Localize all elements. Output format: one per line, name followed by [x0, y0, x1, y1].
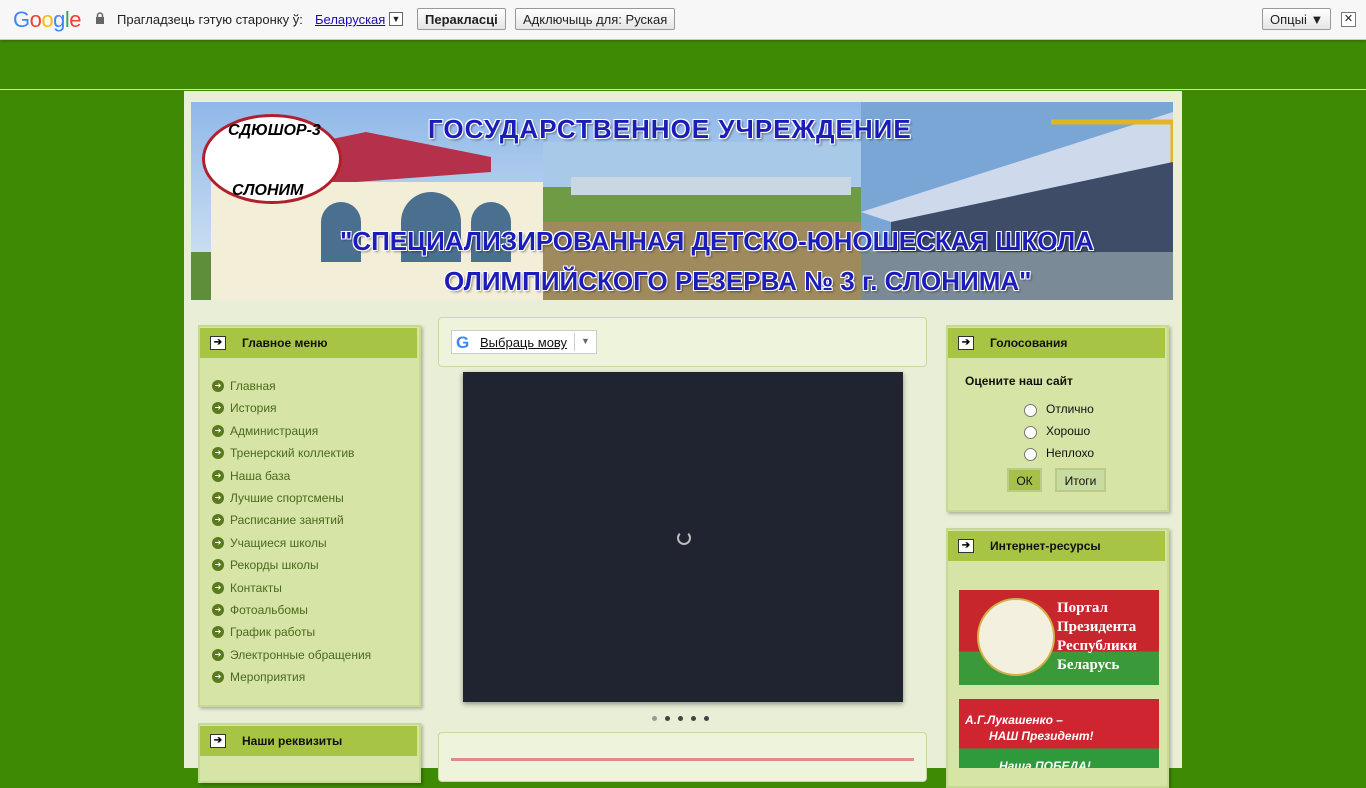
language-select[interactable]: G Выбраць мову ▼ [451, 330, 597, 354]
main-menu-header: ➔ Главное меню [200, 328, 417, 358]
poll-option-label: Отлично [1046, 402, 1094, 416]
translate-button[interactable]: Перакласці [417, 8, 506, 30]
arrow-bullet-icon: ➔ [212, 604, 224, 616]
disable-translate-button[interactable]: Адключыць для: Руская [515, 8, 676, 30]
arrow-bullet-icon: ➔ [212, 424, 224, 437]
menu-item-label: Тренерский коллектив [230, 446, 355, 461]
arrow-bullet-icon: ➔ [212, 581, 224, 594]
poll-results-button[interactable]: Итоги [1055, 468, 1106, 492]
menu-item-label: История [230, 401, 277, 416]
main-menu-title: Главное меню [242, 336, 328, 350]
requisites-header: ➔ Наши реквизиты [200, 726, 417, 756]
arrow-bullet-icon: ➔ [212, 492, 224, 504]
poll-radio-good[interactable] [1024, 426, 1037, 439]
president-portal-banner[interactable]: Портал Президента Республики Беларусь [959, 590, 1159, 685]
language-select-label: Выбраць мову [480, 335, 568, 350]
menu-item-label: Администрация [230, 423, 319, 438]
content-stripe [451, 758, 914, 761]
arrow-right-icon: ➔ [210, 336, 226, 350]
resources-title: Интернет-ресурсы [990, 539, 1101, 553]
close-icon[interactable]: ✕ [1341, 12, 1356, 27]
menu-item-label: Главная [230, 379, 276, 393]
menu-item-label: Расписание занятий [230, 513, 344, 528]
arrow-bullet-icon: ➔ [212, 536, 224, 549]
polls-header: ➔ Голосования [948, 328, 1165, 358]
menu-item-label: Электронные обращения [230, 647, 372, 662]
banner1-line: Президента [1057, 619, 1137, 635]
menu-item-label: Рекорды школы [230, 558, 319, 573]
menu-item-label: Наша база [230, 468, 291, 483]
slider-dot[interactable] [704, 716, 709, 721]
language-link[interactable]: Беларуская [315, 12, 385, 27]
google-logo: Google [13, 7, 82, 32]
menu-item-label: График работы [230, 625, 316, 640]
slider-dot[interactable] [678, 716, 683, 721]
logo-text-top: СДЮШОР-3 [228, 122, 321, 139]
arrow-right-icon: ➔ [958, 336, 974, 350]
banner1-line: Портал [1057, 600, 1108, 616]
header-title-line1: ГОСУДАРСТВЕННОЕ УЧРЕЖДЕНИЕ [428, 114, 912, 144]
translate-prompt: Прагладзець гэтую старонку ў: [117, 12, 303, 27]
menu-item-label: Учащиеся школы [230, 535, 327, 550]
poll-radio-excellent[interactable] [1024, 404, 1037, 417]
poll-option-label: Неплохо [1046, 446, 1095, 460]
options-button[interactable]: Опцыі ▼ [1262, 8, 1332, 30]
banner2-line: А.Г.Лукашенко – [965, 713, 1063, 727]
divider [0, 89, 1366, 90]
arrow-right-icon: ➔ [958, 539, 974, 553]
poll-radio-fair[interactable] [1024, 448, 1037, 461]
resources-header: ➔ Интернет-ресурсы [948, 531, 1165, 561]
slider-dot[interactable] [665, 716, 670, 721]
arrow-bullet-icon: ➔ [212, 380, 224, 392]
content-box [438, 732, 927, 782]
menu-item-label: Лучшие спортсмены [230, 491, 344, 505]
slider-dot[interactable] [652, 716, 657, 721]
banner2-line: НАШ Президент! [989, 729, 1094, 743]
banner2-line: Наша ПОБЕДА! [999, 759, 1091, 768]
banner1-line: Республики [1057, 638, 1137, 654]
poll-option-label: Хорошо [1046, 424, 1091, 438]
coat-of-arms-icon [977, 598, 1055, 676]
menu-item-label: Мероприятия [230, 670, 306, 685]
logo-text-bottom: СЛОНИМ [232, 182, 304, 199]
menu-item-label: Фотоальбомы [230, 603, 308, 617]
president-banner[interactable]: А.Г.Лукашенко – НАШ Президент! Наша ПОБЕ… [959, 699, 1159, 768]
arrow-bullet-icon: ➔ [212, 469, 224, 482]
select-divider [574, 333, 575, 351]
chevron-down-icon: ▼ [581, 336, 590, 346]
loading-spinner-icon [677, 531, 691, 545]
arrow-right-icon: ➔ [210, 734, 226, 748]
translate-bar: Google Прагладзець гэтую старонку ў: Бел… [0, 0, 1366, 40]
lock-icon [96, 12, 104, 24]
google-g-icon: G [456, 333, 470, 352]
menu-item-label: Контакты [230, 580, 282, 595]
header-title-line3: ОЛИМПИЙСКОГО РЕЗЕРВА № 3 г. СЛОНИМА" [444, 266, 1032, 296]
requisites-title: Наши реквизиты [242, 734, 343, 748]
language-dropdown-icon[interactable]: ▼ [389, 12, 403, 26]
poll-question: Оцените наш сайт [965, 374, 1073, 388]
slider-dot[interactable] [691, 716, 696, 721]
header-title-line2: "СПЕЦИАЛИЗИРОВАННАЯ ДЕТСКО-ЮНОШЕСКАЯ ШКО… [340, 226, 1095, 256]
arrow-bullet-icon: ➔ [212, 648, 224, 661]
poll-ok-button[interactable]: ОК [1007, 468, 1042, 492]
banner1-line: Беларусь [1057, 657, 1120, 673]
polls-title: Голосования [990, 336, 1068, 350]
